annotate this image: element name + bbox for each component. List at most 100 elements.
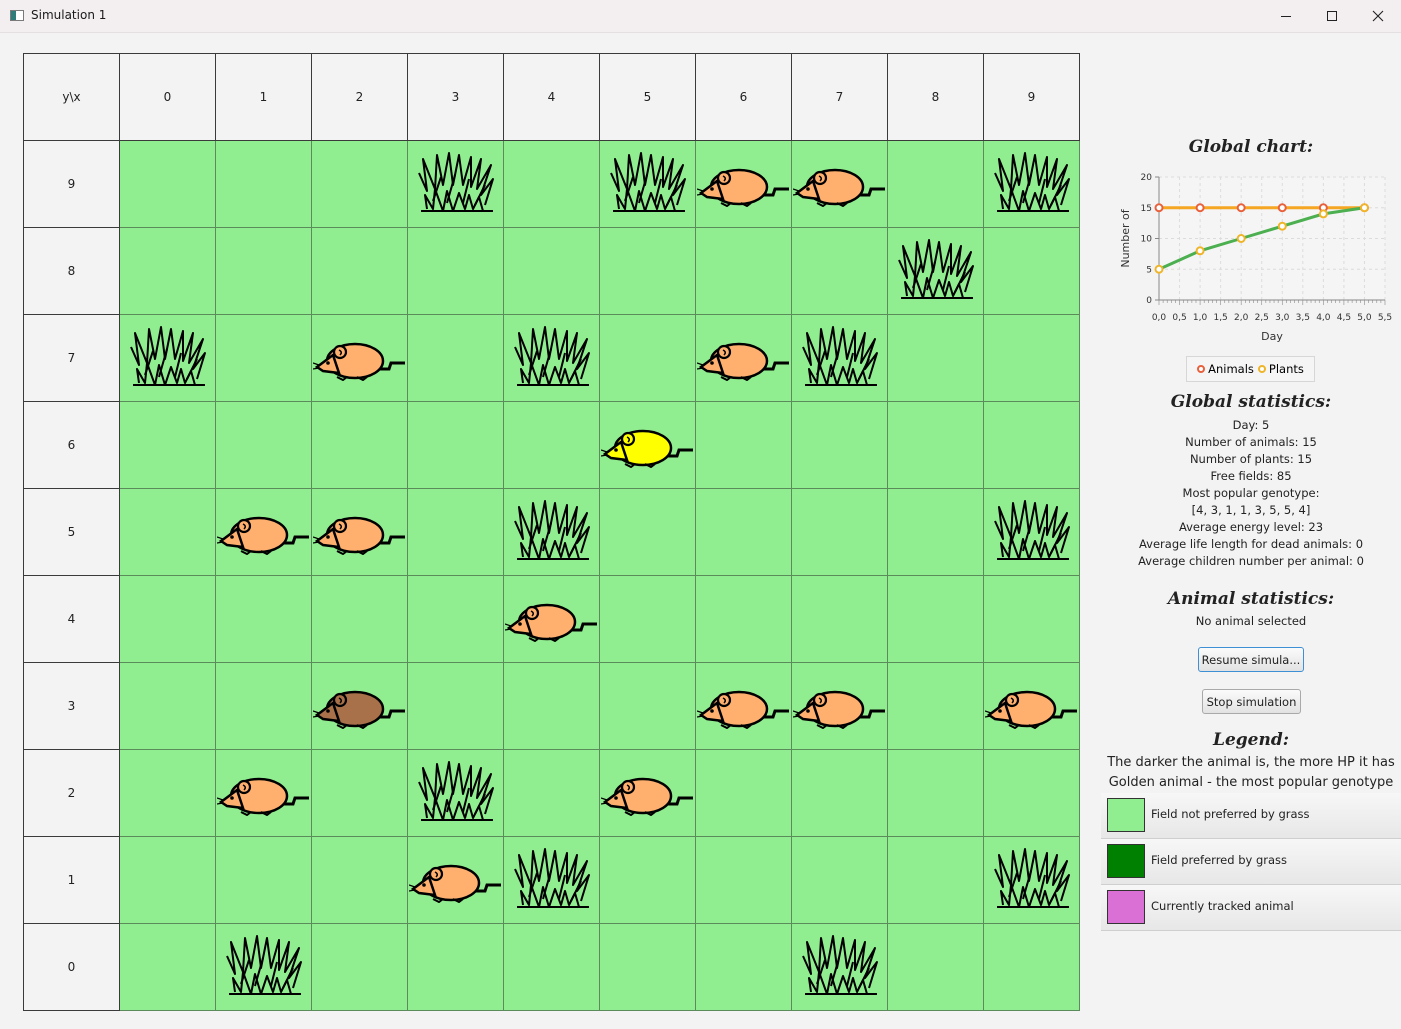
map-cell[interactable] <box>888 141 984 228</box>
map-cell[interactable] <box>216 576 312 663</box>
map-cell[interactable] <box>504 315 600 402</box>
map-cell[interactable] <box>504 837 600 924</box>
map-cell[interactable] <box>408 837 504 924</box>
map-cell[interactable] <box>600 228 696 315</box>
map-cell[interactable] <box>312 228 408 315</box>
map-cell[interactable] <box>312 402 408 489</box>
map-cell[interactable] <box>600 315 696 402</box>
map-cell[interactable] <box>984 402 1080 489</box>
map-cell[interactable] <box>312 924 408 1011</box>
map-cell[interactable] <box>600 402 696 489</box>
map-cell[interactable] <box>600 837 696 924</box>
map-cell[interactable] <box>600 141 696 228</box>
map-cell[interactable] <box>696 576 792 663</box>
map-cell[interactable] <box>600 663 696 750</box>
map-cell[interactable] <box>120 141 216 228</box>
map-cell[interactable] <box>984 750 1080 837</box>
map-cell[interactable] <box>216 489 312 576</box>
map-cell[interactable] <box>312 141 408 228</box>
map-cell[interactable] <box>120 924 216 1011</box>
map-cell[interactable] <box>696 228 792 315</box>
map-cell[interactable] <box>408 489 504 576</box>
map-cell[interactable] <box>504 576 600 663</box>
map-cell[interactable] <box>888 489 984 576</box>
map-cell[interactable] <box>888 750 984 837</box>
map-cell[interactable] <box>888 576 984 663</box>
map-cell[interactable] <box>600 750 696 837</box>
map-cell[interactable] <box>216 228 312 315</box>
map-cell[interactable] <box>696 315 792 402</box>
map-cell[interactable] <box>696 750 792 837</box>
map-cell[interactable] <box>504 663 600 750</box>
map-cell[interactable] <box>792 141 888 228</box>
map-cell[interactable] <box>696 663 792 750</box>
map-cell[interactable] <box>120 663 216 750</box>
map-cell[interactable] <box>984 576 1080 663</box>
map-cell[interactable] <box>504 141 600 228</box>
stop-simulation-button[interactable]: Stop simulation <box>1202 689 1301 714</box>
map-cell[interactable] <box>120 837 216 924</box>
map-cell[interactable] <box>600 924 696 1011</box>
maximize-button[interactable] <box>1309 0 1355 32</box>
map-cell[interactable] <box>792 663 888 750</box>
map-cell[interactable] <box>120 315 216 402</box>
map-cell[interactable] <box>888 924 984 1011</box>
map-cell[interactable] <box>696 837 792 924</box>
map-cell[interactable] <box>504 750 600 837</box>
map-cell[interactable] <box>312 489 408 576</box>
map-cell[interactable] <box>792 576 888 663</box>
map-cell[interactable] <box>408 315 504 402</box>
map-cell[interactable] <box>504 489 600 576</box>
map-cell[interactable] <box>792 837 888 924</box>
map-cell[interactable] <box>984 489 1080 576</box>
map-cell[interactable] <box>600 489 696 576</box>
map-cell[interactable] <box>696 924 792 1011</box>
close-button[interactable] <box>1355 0 1401 32</box>
map-cell[interactable] <box>408 141 504 228</box>
map-cell[interactable] <box>984 663 1080 750</box>
map-cell[interactable] <box>792 228 888 315</box>
map-cell[interactable] <box>792 750 888 837</box>
map-cell[interactable] <box>312 750 408 837</box>
map-cell[interactable] <box>984 141 1080 228</box>
map-cell[interactable] <box>312 315 408 402</box>
map-cell[interactable] <box>312 576 408 663</box>
map-cell[interactable] <box>216 141 312 228</box>
map-cell[interactable] <box>120 489 216 576</box>
map-cell[interactable] <box>408 402 504 489</box>
map-cell[interactable] <box>504 402 600 489</box>
map-cell[interactable] <box>888 663 984 750</box>
map-cell[interactable] <box>888 402 984 489</box>
map-cell[interactable] <box>216 402 312 489</box>
map-cell[interactable] <box>696 489 792 576</box>
map-cell[interactable] <box>312 837 408 924</box>
map-cell[interactable] <box>216 750 312 837</box>
map-cell[interactable] <box>312 663 408 750</box>
map-cell[interactable] <box>696 402 792 489</box>
map-cell[interactable] <box>216 315 312 402</box>
map-cell[interactable] <box>792 924 888 1011</box>
map-cell[interactable] <box>888 837 984 924</box>
map-cell[interactable] <box>408 576 504 663</box>
map-cell[interactable] <box>792 489 888 576</box>
map-cell[interactable] <box>792 315 888 402</box>
map-cell[interactable] <box>504 228 600 315</box>
map-cell[interactable] <box>984 837 1080 924</box>
map-cell[interactable] <box>792 402 888 489</box>
map-cell[interactable] <box>408 750 504 837</box>
map-cell[interactable] <box>504 924 600 1011</box>
map-cell[interactable] <box>120 402 216 489</box>
map-cell[interactable] <box>696 141 792 228</box>
map-cell[interactable] <box>120 228 216 315</box>
map-cell[interactable] <box>120 576 216 663</box>
map-cell[interactable] <box>408 228 504 315</box>
map-cell[interactable] <box>888 315 984 402</box>
resume-simulation-button[interactable]: Resume simula... <box>1198 647 1304 672</box>
map-cell[interactable] <box>408 663 504 750</box>
map-cell[interactable] <box>408 924 504 1011</box>
map-cell[interactable] <box>984 228 1080 315</box>
map-cell[interactable] <box>216 837 312 924</box>
map-cell[interactable] <box>984 315 1080 402</box>
map-cell[interactable] <box>600 576 696 663</box>
map-cell[interactable] <box>984 924 1080 1011</box>
